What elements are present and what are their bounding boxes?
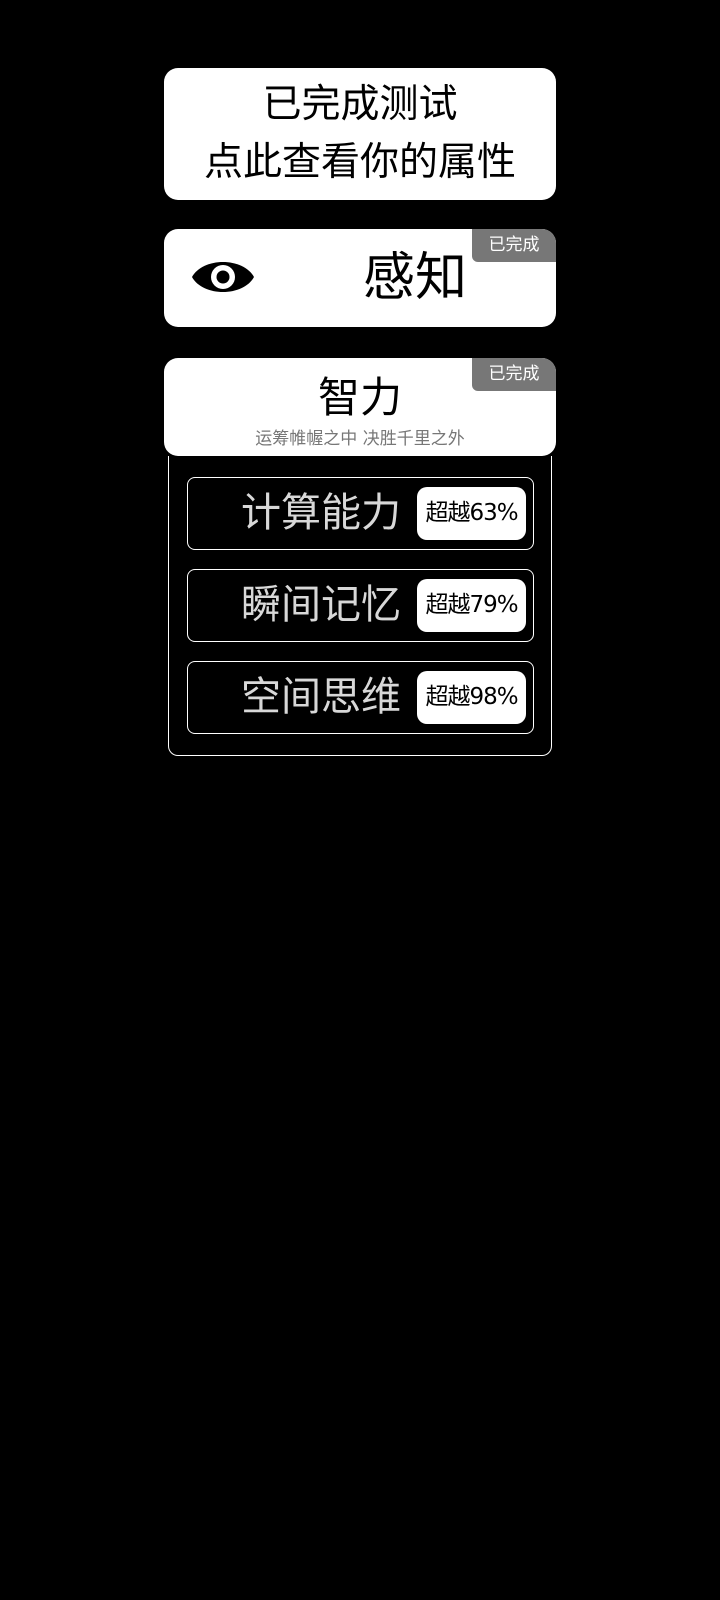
eye-icon xyxy=(192,262,254,292)
intelligence-completed-badge: 已完成 xyxy=(472,358,556,391)
result-card-line1: 已完成测试 xyxy=(262,82,458,127)
sub-item-score-badge: 超越63% xyxy=(417,487,526,540)
sub-item-label: 瞬间记忆 xyxy=(241,582,401,628)
sub-item-label: 空间思维 xyxy=(241,674,401,720)
perception-card[interactable]: 感知 已完成 xyxy=(164,229,556,327)
sub-item-score-badge: 超越98% xyxy=(417,671,526,724)
sub-item-spatial-thinking[interactable]: 空间思维 超越98% xyxy=(187,661,534,734)
intelligence-subtitle: 运筹帷幄之中 决胜千里之外 xyxy=(255,429,465,449)
perception-completed-badge: 已完成 xyxy=(472,229,556,262)
intelligence-card[interactable]: 智力 运筹帷幄之中 决胜千里之外 已完成 xyxy=(164,358,556,456)
view-attributes-card[interactable]: 已完成测试 点此查看你的属性 xyxy=(164,68,556,200)
sub-item-calculation[interactable]: 计算能力 超越63% xyxy=(187,477,534,550)
intelligence-detail-panel: 计算能力 超越63% 瞬间记忆 超越79% 空间思维 超越98% xyxy=(168,456,552,756)
sub-item-label: 计算能力 xyxy=(241,490,401,536)
result-card-line2: 点此查看你的属性 xyxy=(203,140,516,185)
sub-item-instant-memory[interactable]: 瞬间记忆 超越79% xyxy=(187,569,534,642)
sub-item-score-badge: 超越79% xyxy=(417,579,526,632)
